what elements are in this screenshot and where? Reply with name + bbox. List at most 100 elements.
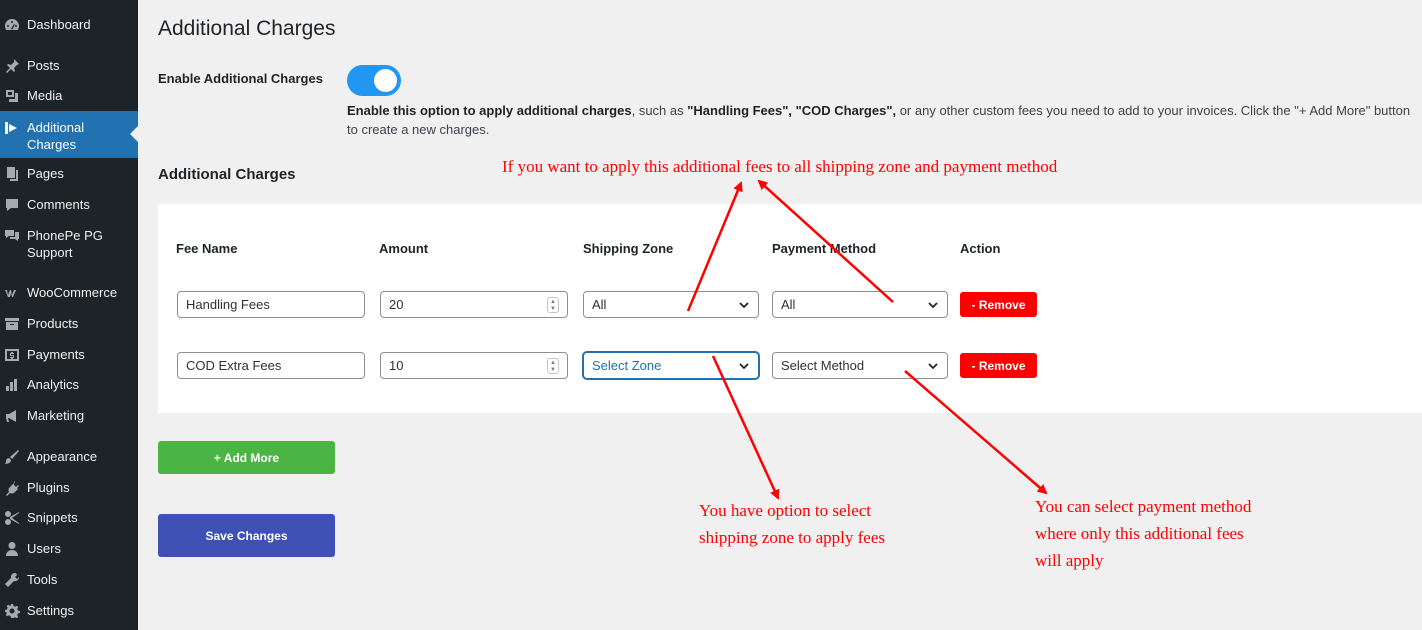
amount-value: 10 [389, 358, 404, 373]
chevron-down-icon [927, 299, 939, 311]
sidebar-item-appearance[interactable]: Appearance [0, 448, 138, 466]
dollar-icon [3, 346, 21, 364]
comments-icon [3, 227, 21, 245]
remove-button[interactable]: - Remove [960, 353, 1037, 378]
sidebar-item-label: Dashboard [27, 17, 91, 32]
select-value: All [592, 297, 607, 312]
sidebar-item-label: Analytics [27, 377, 80, 392]
sidebar-item-label: Posts [27, 58, 60, 73]
add-more-button[interactable]: + Add More [158, 441, 335, 474]
sidebar-item-analytics[interactable]: Analytics [0, 376, 138, 394]
chevron-down-icon [738, 360, 750, 372]
sidebar-item-plugins[interactable]: Plugins [0, 479, 138, 497]
sidebar-item-users[interactable]: Users [0, 540, 138, 558]
save-changes-button[interactable]: Save Changes [158, 514, 335, 557]
enable-toggle[interactable] [347, 65, 401, 96]
sidebar-item-label: Additional Charges [27, 120, 85, 152]
sidebar-item-pages[interactable]: Pages [0, 165, 138, 183]
charges-icon [3, 119, 21, 137]
chart-icon [3, 376, 21, 394]
annotation-zone: You have option to select shipping zone … [699, 497, 885, 551]
amount-value: 20 [389, 297, 404, 312]
sidebar-item-additional-charges[interactable]: Additional Charges [0, 111, 138, 158]
fee-name-input[interactable]: COD Extra Fees [177, 352, 365, 379]
header-amount: Amount [379, 241, 429, 256]
page-title: Additional Charges [158, 17, 336, 40]
annotation-line: You can select payment method [1035, 497, 1252, 516]
sidebar-item-label: Pages [27, 166, 64, 181]
amount-input[interactable]: 10 ▲ ▼ [380, 352, 568, 379]
annotation-top: If you want to apply this additional fee… [502, 157, 1058, 176]
section-title: Additional Charges [158, 166, 296, 183]
sidebar-item-dashboard[interactable]: Dashboard [0, 16, 138, 34]
sidebar-item-label: Media [27, 88, 63, 103]
sidebar-item-label: Tools [27, 572, 58, 587]
scissors-icon [3, 509, 21, 527]
shipping-zone-select[interactable]: All [583, 291, 759, 318]
user-icon [3, 540, 21, 558]
annotation-line: where only this additional fees [1035, 524, 1244, 543]
select-value: Select Method [781, 358, 865, 373]
sidebar-item-products[interactable]: Products [0, 315, 138, 333]
sidebar-item-label: WooCommerce [27, 285, 118, 300]
payment-method-select[interactable]: All [772, 291, 948, 318]
sidebar-item-tools[interactable]: Tools [0, 571, 138, 589]
desc-bold-2: "Handling Fees", "COD Charges", [687, 103, 897, 118]
wrench-icon [3, 571, 21, 589]
annotation-line: You have option to select [699, 501, 872, 520]
sidebar-item-posts[interactable]: Posts [0, 57, 138, 75]
sidebar-item-comments[interactable]: Comments [0, 196, 138, 214]
shipping-zone-select[interactable]: Select Zone [583, 352, 759, 379]
sidebar-item-snippets[interactable]: Snippets [0, 509, 138, 527]
description: Enable this option to apply additional c… [347, 101, 1417, 139]
dashboard-icon [3, 16, 21, 34]
sidebar-item-label: Products [27, 316, 79, 331]
number-spinner-icon[interactable]: ▲ ▼ [547, 297, 559, 313]
select-value: All [781, 297, 796, 312]
amount-input[interactable]: 20 ▲ ▼ [380, 291, 568, 318]
sidebar-item-settings[interactable]: Settings [0, 602, 138, 620]
annotation-line: will apply [1035, 551, 1104, 570]
toggle-knob [374, 69, 397, 92]
header-payment-method: Payment Method [772, 241, 877, 256]
sidebar-item-label: Plugins [27, 480, 70, 495]
sidebar-item-payments[interactable]: Payments [0, 346, 138, 364]
sidebar-item-woocommerce[interactable]: WooCommerce [0, 284, 138, 302]
enable-label: Enable Additional Charges [158, 71, 323, 86]
sidebar-item-phonepe[interactable]: PhonePe PG Support [0, 227, 138, 261]
sidebar-item-media[interactable]: Media [0, 87, 138, 105]
desc-bold-1: Enable this option to apply additional c… [347, 103, 632, 118]
chevron-down-icon [927, 360, 939, 372]
plug-icon [3, 479, 21, 497]
media-icon [3, 87, 21, 105]
sidebar-item-marketing[interactable]: Marketing [0, 407, 138, 425]
sidebar-item-label: Marketing [27, 408, 85, 423]
comment-icon [3, 196, 21, 214]
header-shipping-zone: Shipping Zone [583, 241, 674, 256]
number-spinner-icon[interactable]: ▲ ▼ [547, 358, 559, 374]
megaphone-icon [3, 407, 21, 425]
active-arrow [130, 126, 138, 142]
sidebar-item-label: Comments [27, 197, 90, 212]
annotation-line: shipping zone to apply fees [699, 528, 886, 547]
sidebar-item-label: Users [27, 541, 61, 556]
chevron-down-icon [738, 299, 750, 311]
sidebar-item-label: Settings [27, 603, 74, 618]
brush-icon [3, 448, 21, 466]
header-action: Action [960, 241, 1001, 256]
sidebar-item-label: Payments [27, 347, 85, 362]
pin-icon [3, 57, 21, 75]
sidebar-item-label: Appearance [27, 449, 98, 464]
sidebar-item-label: Snippets [27, 510, 78, 525]
admin-sidebar: Dashboard Posts Media Additional Charges… [0, 0, 138, 630]
select-value: Select Zone [592, 358, 662, 373]
payment-method-select[interactable]: Select Method [772, 352, 948, 379]
pages-icon [3, 165, 21, 183]
settings-icon [3, 602, 21, 620]
archive-icon [3, 315, 21, 333]
desc-text-1: , such as [631, 103, 688, 118]
fee-name-input[interactable]: Handling Fees [177, 291, 365, 318]
header-fee-name: Fee Name [176, 241, 238, 256]
remove-button[interactable]: - Remove [960, 292, 1037, 317]
woo-icon [3, 284, 21, 302]
